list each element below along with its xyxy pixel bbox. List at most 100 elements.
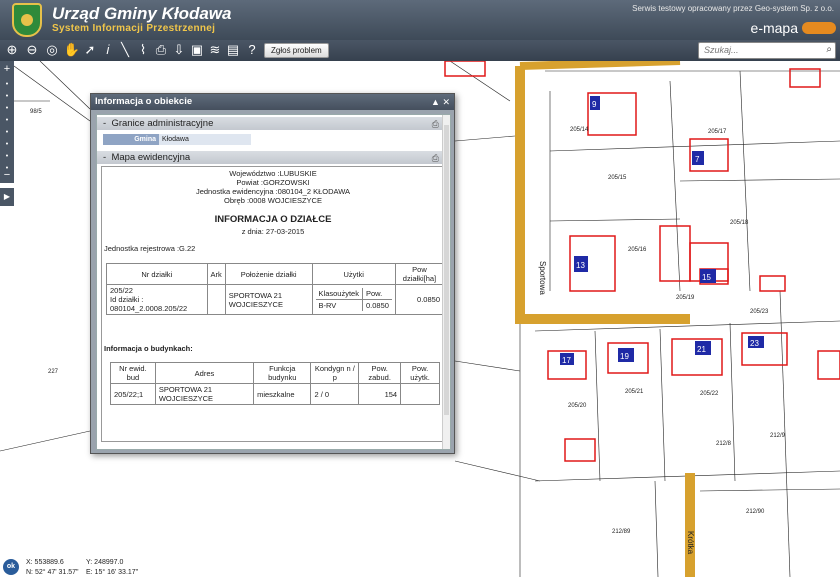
help-icon[interactable]: ? <box>243 41 261 59</box>
layers-icon[interactable]: ≋ <box>206 41 224 59</box>
collapse-icon[interactable]: - <box>103 118 106 129</box>
table-row: 205/22;1 SPORTOWA 21 WOJCIESZYCE mieszka… <box>110 383 440 405</box>
ark-cell <box>206 284 226 315</box>
section-map-header[interactable]: - Mapa ewidencyjna ⎙ <box>97 151 443 164</box>
brand-badge <box>802 22 836 34</box>
parcel-label: 212/89 <box>612 529 631 535</box>
land-use-subtable: Klasoużytek Pow. B-RV 0.0850 <box>315 288 392 311</box>
col-header: Pow działki[ha] <box>394 263 442 285</box>
parcel-label: 205/17 <box>708 129 727 135</box>
zoom-out-icon[interactable]: ⊖ <box>23 41 41 59</box>
col-header: Położenie działki <box>224 263 313 285</box>
parcel-label: 205/21 <box>625 389 644 395</box>
legend-icon[interactable]: ▤ <box>224 41 242 59</box>
buildings-heading: Informacja o budynkach: <box>104 344 193 353</box>
parcel-label: 205/23 <box>750 309 769 315</box>
parcel-number-cell: 205/22 Id działki : 080104_2.0008.205/22 <box>106 284 208 315</box>
pan-hand-icon[interactable]: ✋ <box>63 41 81 59</box>
zoom-in-icon[interactable]: ⊕ <box>3 41 21 59</box>
parcel-label: 212/90 <box>746 509 765 515</box>
search-icon[interactable]: ⌕ <box>826 44 832 55</box>
close-icon[interactable]: ✕ <box>442 97 450 107</box>
road-top <box>519 61 681 70</box>
gmina-value: Kłodawa <box>159 134 251 145</box>
col-header: Adres <box>154 362 255 384</box>
panel-toggle-icon[interactable]: ▶ <box>0 188 14 206</box>
buildings <box>444 61 840 462</box>
printer-icon[interactable]: ⎙ <box>432 118 439 131</box>
house-number-9: 9 <box>592 100 597 109</box>
section-admin-header[interactable]: - Granice administracyjne ⎙ <box>97 117 443 130</box>
report-problem-button[interactable]: Zgłoś problem <box>264 43 329 58</box>
dialog-body: - Granice administracyjne ⎙ Gmina Kłodaw… <box>96 114 451 450</box>
obreb-text: Obręb :0008 WOJCIESZYCE <box>224 196 322 205</box>
ok-button[interactable]: ok <box>3 559 19 575</box>
scrollbar-thumb[interactable] <box>444 125 449 415</box>
land-class: B-RV <box>318 301 337 310</box>
house-number-21: 21 <box>697 345 706 354</box>
measure-distance-icon[interactable]: ╲ <box>116 41 134 59</box>
jednostka-rejestrowa: Jednostka rejestrowa :G.22 <box>104 244 196 253</box>
minimize-icon[interactable]: ▲ <box>431 97 440 107</box>
building-floors: 2 / 0 <box>310 383 360 405</box>
col-header: Pow. zabud. <box>358 362 402 384</box>
land-area: 0.0850 <box>361 299 392 311</box>
zoom-minus-icon[interactable]: − <box>0 169 14 181</box>
parcel-label: 205/16 <box>628 247 647 253</box>
section-admin-title: Granice administracyjne <box>111 118 214 129</box>
building-footprint: 154 <box>358 383 402 405</box>
parcel-label: 205/22 <box>700 391 719 397</box>
select-area-icon[interactable]: ▣ <box>188 41 206 59</box>
app-header: Urząd Gminy Kłodawa System Informacji Pr… <box>0 0 840 40</box>
dialog-title[interactable]: Informacja o obiekcie <box>91 94 454 110</box>
coat-of-arms-logo <box>12 3 42 37</box>
zoom-slider[interactable]: + • • • • • • • • − <box>0 61 14 183</box>
full-extent-icon[interactable]: ◎ <box>43 41 61 59</box>
parcel-label: 227 <box>48 369 59 375</box>
wojewodztwo-text: Województwo :LUBUSKIE <box>229 169 317 178</box>
zoom-step-dots[interactable]: • • • • • • • • <box>0 79 14 175</box>
col-header: Nr działki <box>106 263 208 285</box>
house-number-17: 17 <box>562 356 571 365</box>
parcel-table: Nr działki Ark Położenie działki Użytki … <box>106 263 442 315</box>
zoom-plus-icon[interactable]: + <box>0 63 14 75</box>
print-icon[interactable]: ⎙ <box>152 41 170 59</box>
search-input[interactable]: Szukaj... ⌕ <box>698 42 836 59</box>
export-icon[interactable]: ⇩ <box>170 41 188 59</box>
building-address: SPORTOWA 21 WOJCIESZYCE <box>154 383 255 405</box>
printer-icon[interactable]: ⎙ <box>432 152 439 165</box>
street-label-bottom: Krótka <box>686 531 695 555</box>
parcel-document: Województwo :LUBUSKIE Powiat :GORZOWSKI … <box>101 166 443 442</box>
building-function: mieszkalne <box>253 383 312 405</box>
pointer-icon[interactable]: ➚ <box>81 41 99 59</box>
parcel-number: 205/22 <box>110 286 133 295</box>
dialog-controls: ▲ ✕ <box>431 94 450 110</box>
parcel-area-cell: 0.0850 <box>394 284 442 315</box>
house-number-23: 23 <box>750 339 759 348</box>
latitude: N: 52° 47' 31.57" <box>26 569 79 576</box>
location-cell: SPORTOWA 21 WOJCIESZYCE <box>224 284 313 315</box>
street-label-sportowa: Sportowa <box>538 261 547 295</box>
land-use-cell: Klasoużytek Pow. B-RV 0.0850 <box>311 284 396 315</box>
parcel-label: 212/9 <box>770 433 786 439</box>
info-icon[interactable]: 𝑖 <box>99 41 117 59</box>
col-header: Kondygn n / p <box>310 362 360 384</box>
house-number-19: 19 <box>620 352 629 361</box>
app-title: Urząd Gminy Kłodawa <box>52 4 232 23</box>
parcel-label: 205/20 <box>568 403 587 409</box>
search-placeholder: Szukaj... <box>704 45 739 55</box>
col-header: Funkcja budynku <box>253 362 312 384</box>
building-number: 205/22;1 <box>110 383 156 405</box>
brand-name[interactable]: e-mapa <box>751 20 798 36</box>
building-usable-area <box>400 383 440 405</box>
measure-area-icon[interactable]: ⌇ <box>134 41 152 59</box>
collapse-icon[interactable]: - <box>103 152 106 163</box>
parcel-label: 205/19 <box>676 295 695 301</box>
parcel-id: Id działki : 080104_2.0008.205/22 <box>110 295 188 313</box>
col-header: Klasoużytek <box>315 288 363 300</box>
dialog-scrollbar[interactable] <box>442 115 450 449</box>
x-coordinate: X: 553889.6 <box>26 559 64 566</box>
object-info-dialog: Informacja o obiekcie ▲ ✕ - Granice admi… <box>90 93 455 454</box>
col-header: Pow. użytk. <box>400 362 440 384</box>
section-map-title: Mapa ewidencyjna <box>111 152 191 163</box>
